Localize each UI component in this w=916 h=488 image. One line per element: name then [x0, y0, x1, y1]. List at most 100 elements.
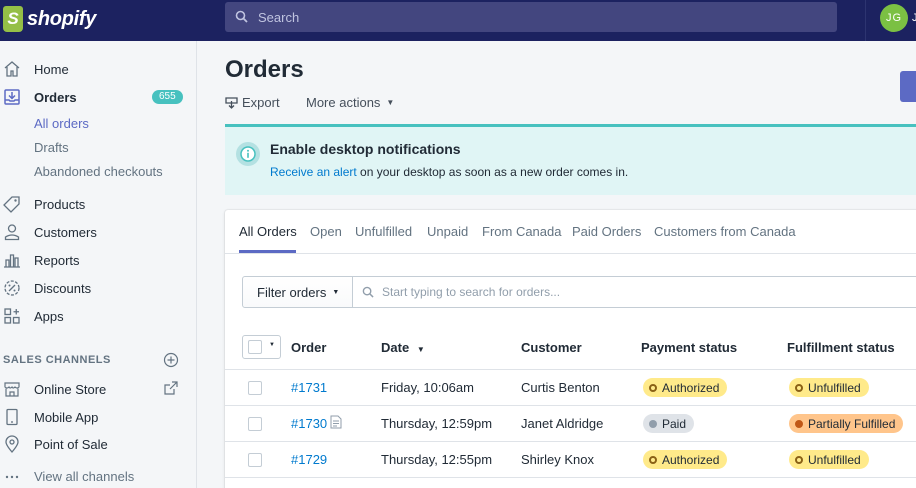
create-order-button[interactable] — [900, 71, 916, 102]
caret-down-icon: ▼ — [386, 98, 395, 107]
tab-open[interactable]: Open — [310, 224, 342, 239]
search-icon — [235, 10, 249, 24]
fulfillment-status-badge: Unfulfilled — [789, 378, 869, 397]
sidebar-item-products[interactable]: Products — [0, 192, 196, 216]
sidebar-item-label: Apps — [34, 308, 64, 324]
column-header-order[interactable]: Order — [291, 340, 326, 355]
tab-unpaid[interactable]: Unpaid — [427, 224, 468, 239]
column-header-customer[interactable]: Customer — [521, 340, 582, 355]
export-icon — [225, 96, 238, 109]
order-search-field[interactable] — [352, 276, 916, 308]
fulfillment-status-label: Unfulfilled — [808, 452, 861, 467]
payment-status-label: Paid — [662, 416, 687, 431]
sidebar-item-point-of-sale[interactable]: Point of Sale — [0, 432, 196, 456]
tab-unfulfilled[interactable]: Unfulfilled — [355, 224, 412, 239]
status-dot — [649, 383, 657, 392]
sidebar-item-customers[interactable]: Customers — [0, 220, 196, 244]
sort-descending-icon: ▼ — [416, 345, 425, 354]
user-name-truncated[interactable]: J — [912, 12, 916, 24]
external-link-icon[interactable] — [163, 380, 179, 396]
tab-customers-from-canada[interactable]: Customers from Canada — [654, 224, 796, 239]
sidebar-item-label: Mobile App — [34, 409, 99, 425]
order-number-link[interactable]: #1730 — [291, 416, 327, 431]
status-dot — [795, 419, 803, 428]
sidebar-item-discounts[interactable]: Discounts — [0, 276, 196, 300]
orders-count-badge: 655 — [152, 90, 183, 104]
row-checkbox[interactable] — [248, 417, 262, 431]
status-dot — [649, 419, 657, 428]
order-search-input[interactable] — [382, 285, 882, 299]
sidebar-subitem-all-orders[interactable]: All orders — [34, 116, 89, 131]
sidebar-item-label: Point of Sale — [34, 436, 108, 452]
home-icon — [3, 60, 21, 78]
notification-banner: Enable desktop notifications Receive an … — [225, 124, 916, 195]
add-channel-icon[interactable] — [163, 352, 179, 368]
shopify-logo[interactable]: S shopify — [3, 4, 96, 34]
table-row[interactable]: #1730 Thursday, 12:59pm Janet Aldridge P… — [225, 406, 916, 442]
person-icon — [3, 223, 21, 241]
column-header-fulfillment-status[interactable]: Fulfillment status — [787, 340, 895, 355]
global-search[interactable] — [225, 2, 837, 32]
tab-paid-orders[interactable]: Paid Orders — [572, 224, 641, 239]
fulfillment-status-badge: Partially Fulfilled — [789, 414, 904, 433]
apps-icon — [3, 307, 21, 325]
export-button[interactable]: Export — [225, 95, 280, 110]
column-header-date[interactable]: Date ▼ — [381, 340, 425, 355]
sidebar-item-reports[interactable]: Reports — [0, 248, 196, 272]
column-header-payment-status[interactable]: Payment status — [641, 340, 737, 355]
sidebar-item-apps[interactable]: Apps — [0, 304, 196, 328]
mobile-icon — [3, 408, 21, 426]
more-actions-label: More actions — [306, 95, 381, 110]
bulk-select-checkbox[interactable]: ▼ — [242, 335, 281, 359]
discount-icon — [3, 279, 21, 297]
more-actions-button[interactable]: More actions ▼ — [306, 95, 394, 110]
sidebar-item-label: View all channels — [34, 468, 135, 484]
store-icon — [3, 380, 21, 398]
order-number-link[interactable]: #1731 — [291, 380, 327, 395]
sidebar-item-label: Discounts — [34, 280, 92, 296]
order-date: Friday, 10:06am — [381, 380, 474, 395]
customer-name: Curtis Benton — [521, 380, 600, 395]
tab-from-canada[interactable]: From Canada — [482, 224, 561, 239]
payment-status-label: Authorized — [662, 380, 720, 395]
order-number-link[interactable]: #1729 — [291, 452, 327, 467]
sidebar-item-view-all-channels[interactable]: View all channels — [0, 464, 196, 488]
sidebar-subitem-drafts[interactable]: Drafts — [34, 140, 69, 155]
order-date: Thursday, 12:59pm — [381, 416, 493, 431]
sidebar-item-mobile-app[interactable]: Mobile App — [0, 405, 196, 429]
orders-icon — [3, 88, 21, 106]
select-all-checkbox[interactable] — [248, 340, 262, 354]
sidebar-item-label: Customers — [34, 224, 97, 240]
filter-orders-label: Filter orders — [257, 284, 327, 300]
fulfillment-status-badge: Unfulfilled — [789, 450, 869, 469]
fulfillment-status-label: Unfulfilled — [808, 380, 861, 395]
caret-down-icon: ▼ — [269, 342, 275, 348]
row-checkbox[interactable] — [248, 453, 262, 467]
top-bar: S shopify JG J — [0, 0, 916, 41]
status-dot — [795, 455, 803, 464]
sidebar-item-label: Reports — [34, 252, 80, 268]
column-header-date-label: Date — [381, 340, 410, 355]
customer-name: Janet Aldridge — [521, 416, 604, 431]
info-icon — [236, 142, 260, 166]
sidebar-item-label: Products — [34, 196, 86, 212]
search-input[interactable] — [258, 9, 818, 25]
sidebar-item-home[interactable]: Home — [0, 57, 196, 81]
receive-alert-link[interactable]: Receive an alert — [270, 165, 357, 179]
sales-channels-heading: SALES CHANNELS — [3, 354, 111, 366]
active-tab-indicator — [239, 250, 296, 253]
avatar[interactable]: JG — [880, 4, 908, 32]
status-dot — [795, 383, 803, 392]
orders-tabs: All Orders Open Unfulfilled Unpaid From … — [225, 210, 916, 254]
caret-down-icon: ▼ — [332, 288, 340, 296]
sidebar-item-orders[interactable]: Orders 655 — [0, 85, 196, 109]
table-row[interactable]: #1729 Thursday, 12:55pm Shirley Knox Aut… — [225, 442, 916, 478]
fulfillment-status-label: Partially Fulfilled — [808, 416, 896, 431]
tab-all-orders[interactable]: All Orders — [239, 224, 297, 239]
sidebar-subitem-abandoned-checkouts[interactable]: Abandoned checkouts — [34, 164, 163, 179]
table-row[interactable]: #1731 Friday, 10:06am Curtis Benton Auth… — [225, 370, 916, 406]
filter-orders-button[interactable]: Filter orders ▼ — [242, 276, 353, 308]
row-checkbox[interactable] — [248, 381, 262, 395]
logo-text: shopify — [27, 7, 97, 30]
sidebar: Home Orders 655 All orders Drafts Abando… — [0, 41, 197, 488]
